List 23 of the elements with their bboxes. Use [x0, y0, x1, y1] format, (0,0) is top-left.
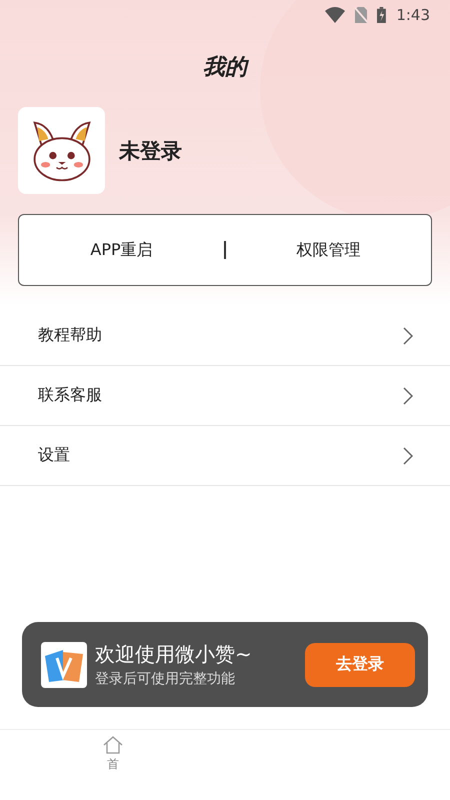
- page-title: 我的: [202, 54, 250, 82]
- wifi-icon: [325, 7, 345, 23]
- menu-item[interactable]: 设置: [0, 426, 450, 486]
- chevron-right-icon: [403, 326, 413, 344]
- menu-item[interactable]: 教程帮助: [0, 306, 450, 366]
- action-button[interactable]: 权限管理: [226, 215, 431, 285]
- menu-label: 联系客服: [38, 385, 102, 406]
- avatar[interactable]: [18, 107, 105, 194]
- user-name[interactable]: 未登录: [119, 136, 182, 164]
- menu-label: 教程帮助: [38, 325, 102, 346]
- status-time: 1:43: [396, 6, 430, 24]
- app-logo-icon: [41, 642, 87, 688]
- chevron-right-icon: [403, 386, 413, 404]
- menu-item[interactable]: 联系客服: [0, 366, 450, 426]
- menu-label: 设置: [38, 445, 70, 466]
- action-button[interactable]: APP重启: [19, 215, 224, 285]
- no-sim-icon: [355, 7, 368, 23]
- battery-charging-icon: [377, 7, 386, 23]
- banner-title: 欢迎使用微小赞~: [95, 641, 253, 668]
- nav-tab[interactable]: 首: [103, 730, 123, 800]
- banner-subtitle: 登录后可使用完整功能: [95, 670, 236, 688]
- chevron-right-icon: [403, 446, 413, 464]
- home-icon: [103, 736, 123, 754]
